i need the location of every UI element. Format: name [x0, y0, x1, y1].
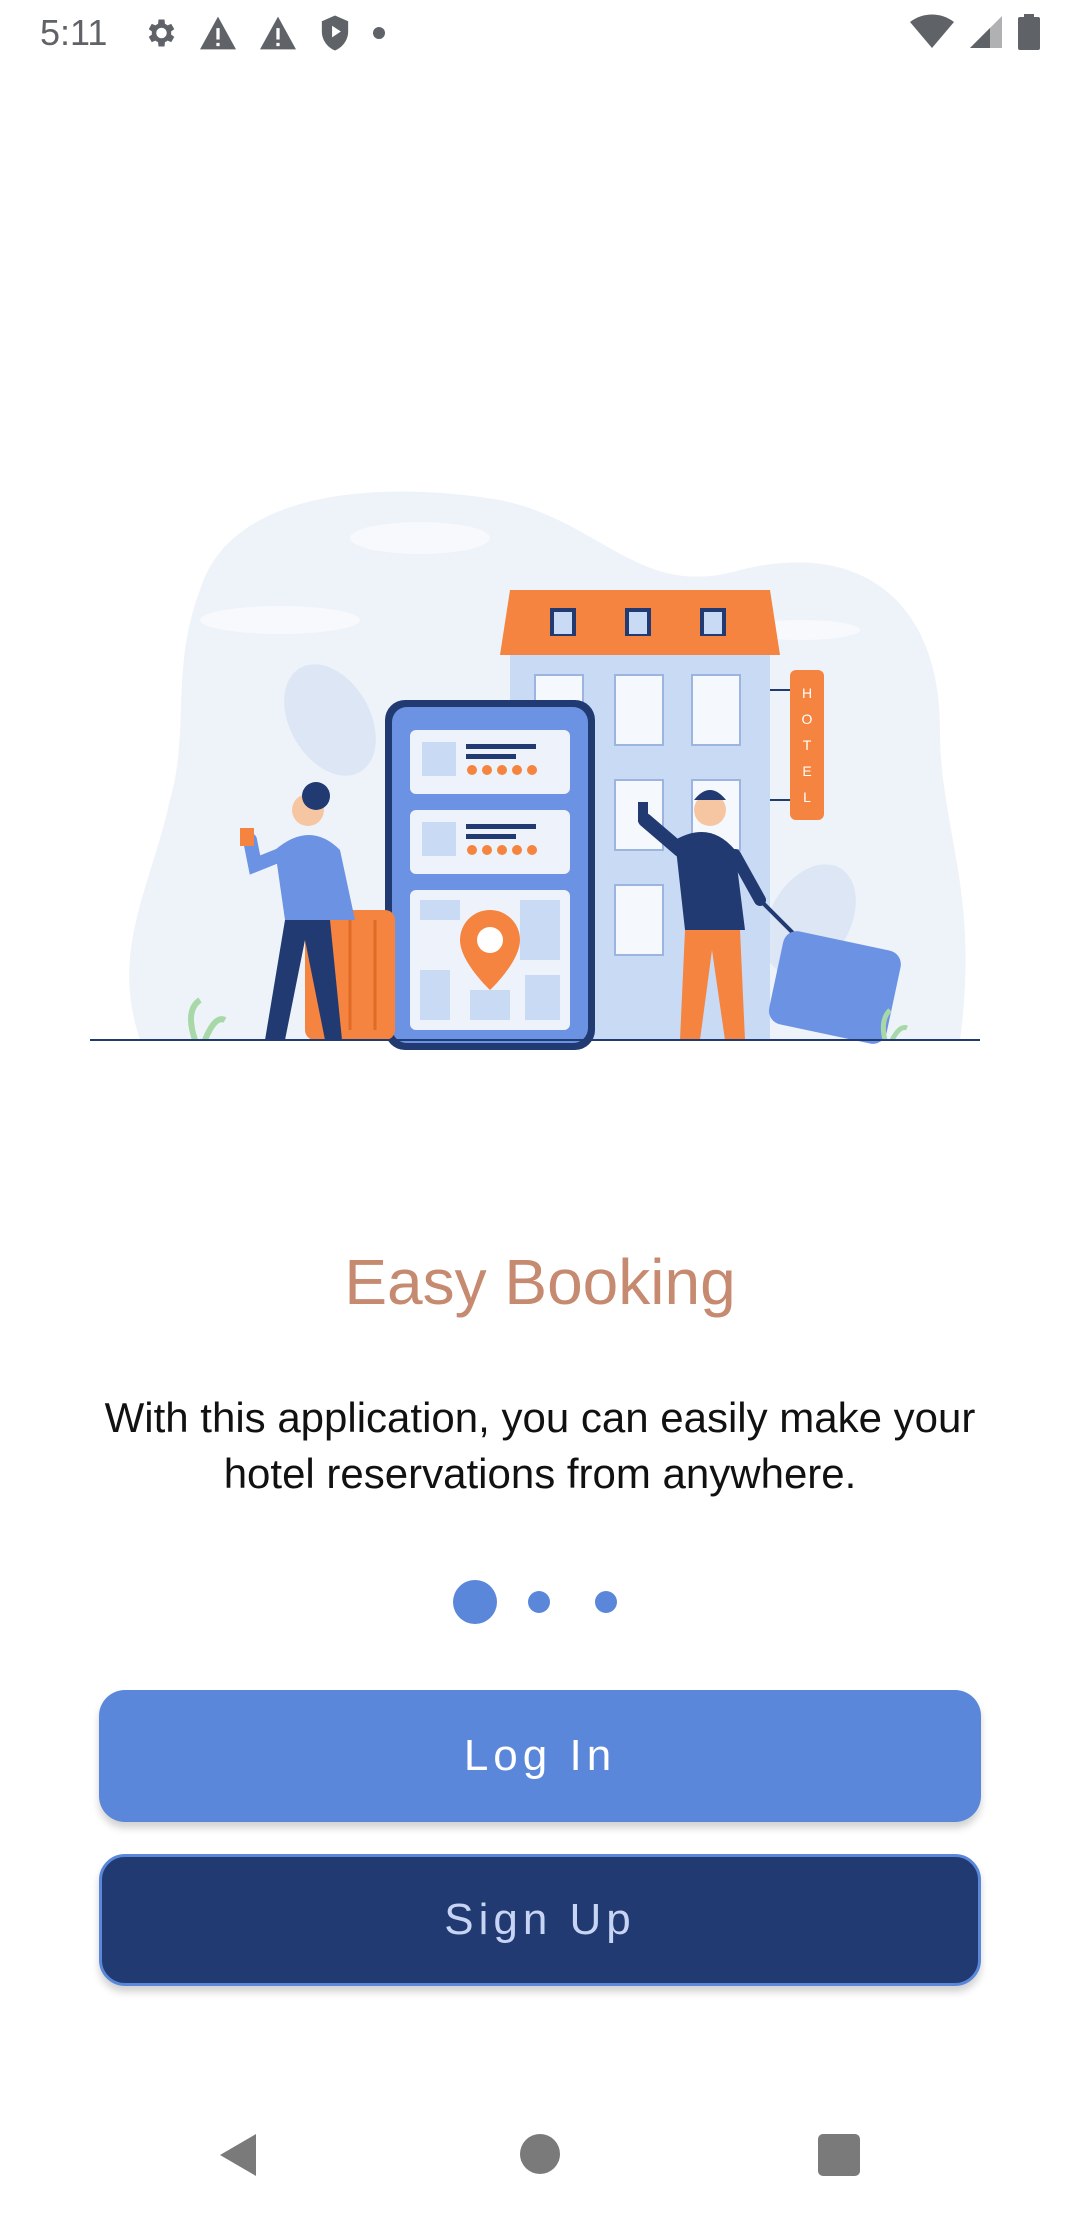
hotel-sign-letter: L [803, 789, 811, 805]
status-system-icons [910, 14, 1040, 50]
warning-icon [200, 16, 236, 50]
login-button[interactable]: Log In [99, 1690, 981, 1822]
hotel-sign-letter: H [802, 685, 812, 701]
dot-icon [373, 27, 385, 39]
hotel-booking-illustration: H O T E L [80, 470, 1000, 1090]
shield-icon [321, 15, 349, 51]
back-icon[interactable] [218, 2132, 258, 2178]
hotel-sign-letter: E [802, 763, 811, 779]
onboarding-description: With this application, you can easily ma… [104, 1394, 976, 1497]
page-indicator [0, 1578, 1080, 1626]
page-dot-active[interactable] [453, 1580, 497, 1624]
home-icon[interactable] [520, 2134, 560, 2174]
signal-icon [970, 16, 1002, 48]
status-time: 5:11 [40, 12, 108, 53]
recents-icon[interactable] [818, 2134, 860, 2176]
hotel-sign-letter: O [802, 711, 813, 727]
wifi-icon [910, 14, 954, 48]
page-dot[interactable] [595, 1591, 617, 1613]
status-bar: 5:11 [0, 0, 1080, 66]
navigation-bar [0, 2100, 1080, 2220]
warning-icon [260, 16, 296, 50]
battery-icon [1018, 14, 1040, 50]
gear-icon [148, 19, 175, 47]
onboarding-title: Easy Booking [344, 1246, 736, 1318]
status-notification-icons [142, 14, 386, 52]
page-dot[interactable] [528, 1591, 550, 1613]
hotel-sign-letter: T [803, 737, 812, 753]
signup-button[interactable]: Sign Up [99, 1854, 981, 1986]
